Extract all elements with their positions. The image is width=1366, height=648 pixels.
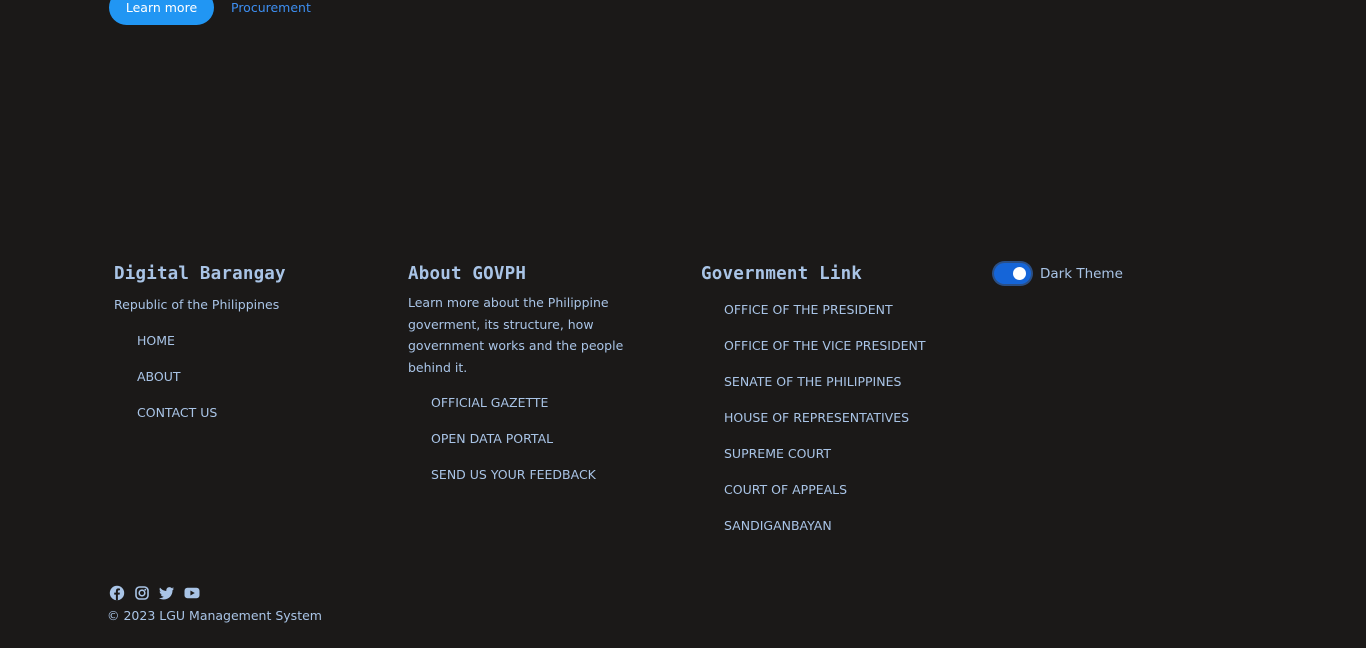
dark-theme-switch[interactable]: Dark Theme (994, 263, 1123, 284)
footer-link-office-of-the-vice-president[interactable]: OFFICE OF THE VICE PRESIDENT (701, 328, 981, 364)
government-link-title: Government Link (701, 264, 863, 284)
footer-link-supreme-court[interactable]: SUPREME COURT (701, 436, 981, 472)
instagram-icon[interactable] (134, 585, 150, 601)
footer-link-senate[interactable]: SENATE OF THE PHILIPPINES (701, 364, 981, 400)
copyright-text: © 2023 LGU Management System (107, 608, 322, 623)
footer-link-contact-us[interactable]: CONTACT US (114, 395, 374, 431)
govph-links: OFFICIAL GAZETTE OPEN DATA PORTAL SEND U… (408, 385, 673, 493)
footer-link-official-gazette[interactable]: OFFICIAL GAZETTE (408, 385, 673, 421)
procurement-link[interactable]: Procurement (231, 0, 311, 15)
about-govph-description: Learn more about the Philippine govermen… (408, 295, 624, 375)
learn-more-button[interactable]: Learn more (109, 0, 214, 25)
footer-page: Learn more Procurement Digital Barangay … (0, 0, 1366, 648)
footer-link-about[interactable]: ABOUT (114, 359, 374, 395)
main-nav-links: HOME ABOUT CONTACT US (114, 323, 374, 431)
footer-link-open-data-portal[interactable]: OPEN DATA PORTAL (408, 421, 673, 457)
dark-theme-label: Dark Theme (1040, 265, 1123, 282)
footer-link-sandiganbayan[interactable]: SANDIGANBAYAN (701, 508, 981, 544)
twitter-icon[interactable] (159, 585, 175, 601)
about-govph-title: About GOVPH (408, 264, 527, 284)
toggle-knob (1013, 267, 1026, 280)
youtube-icon[interactable] (184, 585, 200, 601)
footer-link-court-of-appeals[interactable]: COURT OF APPEALS (701, 472, 981, 508)
digital-barangay-title: Digital Barangay (114, 264, 286, 284)
government-link-section: Government Link OFFICE OF THE PRESIDENT … (701, 262, 981, 544)
footer-link-office-of-the-president[interactable]: OFFICE OF THE PRESIDENT (701, 292, 981, 328)
government-links: OFFICE OF THE PRESIDENT OFFICE OF THE VI… (701, 292, 981, 544)
social-links (109, 585, 200, 601)
republic-subtitle: Republic of the Philippines (114, 297, 280, 312)
footer-link-house-of-representatives[interactable]: HOUSE OF REPRESENTATIVES (701, 400, 981, 436)
footer-link-send-feedback[interactable]: SEND US YOUR FEEDBACK (408, 457, 673, 493)
about-govph-section: About GOVPH Learn more about the Philipp… (408, 262, 673, 493)
facebook-icon[interactable] (109, 585, 125, 601)
dark-theme-toggle[interactable] (994, 263, 1031, 284)
footer-link-home[interactable]: HOME (114, 323, 374, 359)
digital-barangay-section: Digital Barangay Republic of the Philipp… (114, 262, 374, 431)
